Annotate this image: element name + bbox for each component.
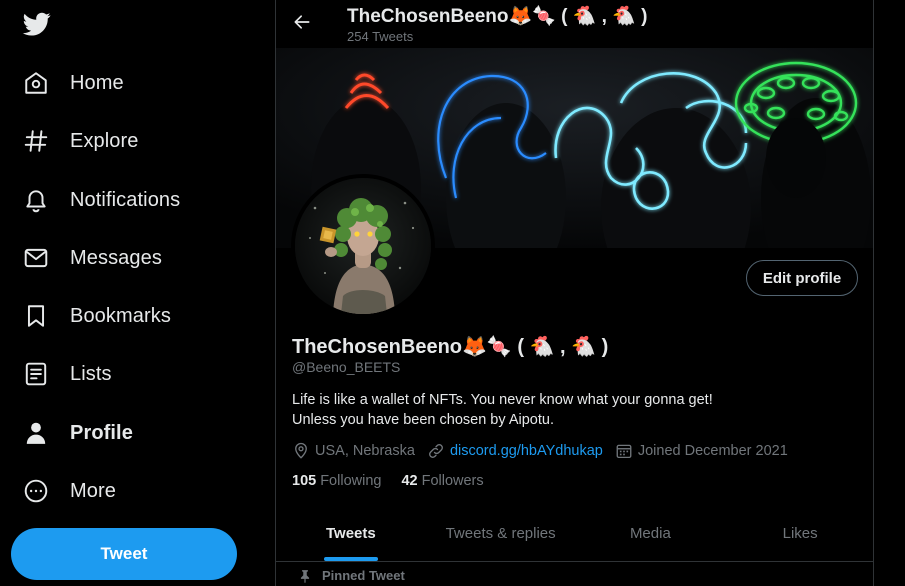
website-link[interactable]: discord.gg/hbAYdhukap (450, 443, 603, 459)
joined-item: Joined December 2021 (615, 442, 788, 460)
followers-count: 42 (401, 473, 418, 489)
tab-label: Media (629, 525, 671, 542)
pinned-tweet-label: Pinned Tweet (300, 568, 405, 583)
tab-label: Tweets & replies (445, 525, 556, 542)
pinned-text: Pinned Tweet (322, 568, 405, 583)
profile-column: TheChosenBeeno🦊🍬 ( 🐔 , 🐔 ) 254 Tweets Ed… (275, 0, 874, 586)
nav-label-notifications: Notifications (70, 188, 181, 211)
nav-label-profile: Profile (70, 421, 133, 444)
nav-label-messages: Messages (70, 246, 162, 269)
followers-link[interactable]: 42 Followers (401, 473, 483, 489)
nav-label-bookmarks: Bookmarks (70, 304, 171, 327)
link-icon (429, 444, 443, 458)
edit-profile-button[interactable]: Edit profile (746, 260, 858, 296)
profile-display-name: TheChosenBeeno🦊🍬 ( 🐔 , 🐔 ) (292, 336, 609, 358)
profile-meta: USA, Nebraska discord.gg/hbAYdhukap Join… (292, 441, 800, 461)
profile-tabs: Tweets Tweets & replies Media Likes (276, 506, 873, 562)
header-display-name: TheChosenBeeno🦊🍬 ( 🐔 , 🐔 ) (347, 6, 648, 27)
back-arrow-icon[interactable] (288, 8, 316, 36)
home-icon (22, 69, 50, 97)
location-item: USA, Nebraska (292, 442, 415, 460)
nav-notifications[interactable]: Notifications (12, 176, 252, 224)
nav-more[interactable]: More (12, 467, 252, 515)
following-count: 105 (292, 473, 317, 489)
left-sidebar: Home Explore Notifications Messages Book (0, 0, 275, 586)
follow-stats: 105 Following 42 Followers (292, 473, 504, 489)
person-icon (22, 419, 50, 447)
joined-text: Joined December 2021 (637, 443, 788, 459)
nav-messages[interactable]: Messages (12, 234, 252, 282)
tab-label: Tweets (326, 525, 376, 542)
bio-line: Unless you have been chosen by Aipotu. (292, 412, 554, 428)
profile-handle: @Beeno_BEETS (292, 359, 401, 375)
bell-icon (22, 186, 50, 214)
profile-bio: Life is like a wallet of NFTs. You never… (292, 390, 852, 430)
bookmark-icon (22, 302, 50, 330)
header-tweet-count: 254 Tweets (347, 29, 414, 44)
tab-tweets[interactable]: Tweets (276, 506, 426, 561)
nav-explore[interactable]: Explore (12, 117, 252, 165)
nav-label-lists: Lists (70, 362, 112, 385)
nav-label-more: More (70, 479, 116, 502)
followers-label: Followers (421, 473, 484, 489)
tab-likes[interactable]: Likes (725, 506, 873, 561)
nav-profile[interactable]: Profile (12, 409, 252, 457)
tab-media[interactable]: Media (576, 506, 726, 561)
hashtag-icon (22, 127, 50, 155)
location-pin-icon (295, 442, 307, 459)
active-tab-indicator (323, 557, 378, 561)
profile-header-bar: TheChosenBeeno🦊🍬 ( 🐔 , 🐔 ) 254 Tweets (276, 0, 873, 48)
nav-home[interactable]: Home (12, 59, 252, 107)
pin-icon (300, 570, 310, 583)
calendar-icon (616, 444, 632, 459)
website-item: discord.gg/hbAYdhukap (427, 442, 603, 460)
tab-label: Likes (782, 525, 818, 542)
profile-avatar[interactable] (291, 174, 435, 318)
list-icon (22, 360, 50, 388)
more-circle-icon (22, 477, 50, 505)
twitter-profile-page: Home Explore Notifications Messages Book (0, 0, 905, 586)
tab-tweets-replies[interactable]: Tweets & replies (426, 506, 576, 561)
nav-label-explore: Explore (70, 129, 139, 152)
location-text: USA, Nebraska (315, 443, 415, 459)
nav-bookmarks[interactable]: Bookmarks (12, 292, 252, 340)
envelope-icon (22, 244, 50, 272)
twitter-bird-icon[interactable] (22, 10, 52, 38)
following-label: Following (320, 473, 382, 489)
nav-lists[interactable]: Lists (12, 350, 252, 398)
following-link[interactable]: 105 Following (292, 473, 381, 489)
tweet-button[interactable]: Tweet (11, 528, 237, 580)
nav-label-home: Home (70, 71, 124, 94)
bio-line: Life is like a wallet of NFTs. You never… (292, 392, 713, 408)
